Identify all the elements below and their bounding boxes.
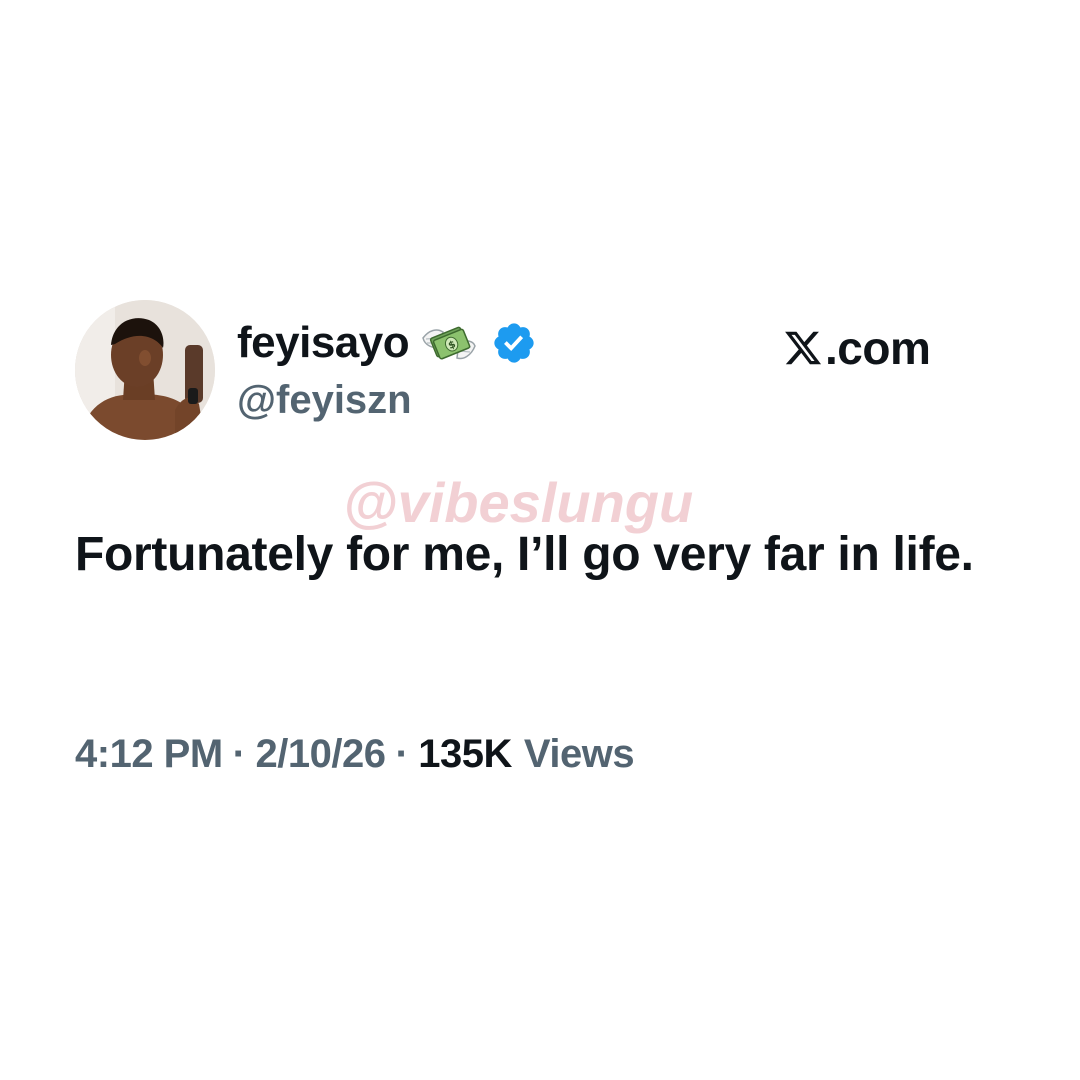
x-logo-icon xyxy=(785,331,822,365)
money-with-wings-icon: $ xyxy=(422,326,476,360)
verified-badge-icon[interactable] xyxy=(491,320,537,366)
display-name[interactable]: feyisayo xyxy=(237,318,410,368)
view-count: 135K xyxy=(418,731,512,776)
tweet-card: feyisayo $ @feyiszn .com @vibeslungu For… xyxy=(0,0,1080,1080)
meta-separator: · xyxy=(232,731,246,776)
tweet-meta: 4:12 PM · 2/10/26 · 135K Views xyxy=(75,722,635,786)
avatar[interactable] xyxy=(75,300,215,440)
tweet-date[interactable]: 2/10/26 xyxy=(256,732,386,777)
tweet-time[interactable]: 4:12 PM xyxy=(75,732,223,777)
platform-label: .com xyxy=(825,322,931,374)
user-handle[interactable]: @feyiszn xyxy=(237,378,412,423)
meta-separator: · xyxy=(395,731,409,776)
views-label: Views xyxy=(523,731,635,776)
platform-logo: .com xyxy=(783,318,931,378)
display-name-row: feyisayo $ xyxy=(237,315,537,371)
avatar-photo xyxy=(75,300,215,440)
tweet-text: Fortunately for me, I’ll go very far in … xyxy=(75,528,974,581)
